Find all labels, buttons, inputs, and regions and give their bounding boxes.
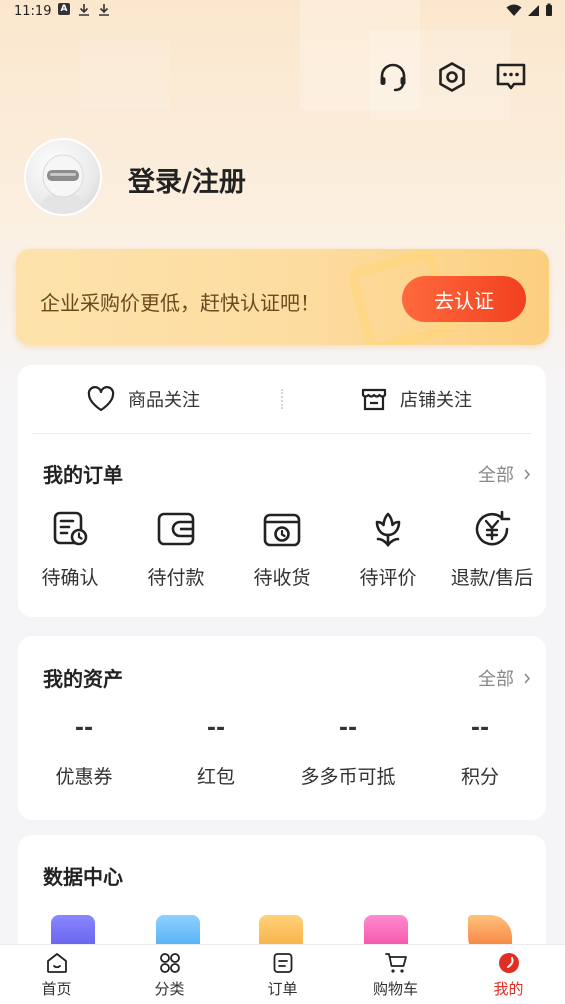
assets-card: 我的资产 全部 -- 优惠券 -- 红包 -- 多多币可抵 -- 积分: [18, 636, 546, 820]
tab-profile-label: 我的: [493, 980, 524, 998]
bottom-tab-bar: 首页 分类 订单 购物车 我的: [0, 944, 565, 1004]
customer-service-icon[interactable]: [376, 60, 410, 94]
asset-points-value: --: [470, 716, 490, 741]
tab-home-label: 首页: [41, 980, 72, 998]
tab-orders[interactable]: 订单: [226, 951, 339, 999]
avatar[interactable]: [24, 138, 102, 216]
signal-icon: [528, 4, 539, 16]
order-pending-confirm-label: 待确认: [41, 567, 99, 589]
data-center-title: 数据中心: [43, 865, 123, 889]
tab-category-label: 分类: [154, 980, 185, 998]
asset-coupon-value: --: [74, 716, 94, 741]
status-system-icons: [506, 3, 553, 17]
order-pending-confirm[interactable]: 待确认: [18, 509, 122, 590]
verify-button[interactable]: 去认证: [402, 276, 526, 322]
asset-red-packet[interactable]: -- 红包: [150, 716, 282, 789]
orders-title: 我的订单: [43, 463, 123, 487]
wifi-icon: [506, 4, 522, 16]
confirm-icon: [53, 511, 88, 546]
order-refund-aftersale-label: 退款/售后: [450, 567, 534, 589]
store-follow-label: 店铺关注: [400, 390, 472, 411]
order-pending-payment-label: 待付款: [147, 567, 205, 589]
banner-text: 企业采购价更低，赶快认证吧！: [40, 291, 320, 315]
follow-divider: [281, 389, 283, 409]
header-decoration: [80, 40, 170, 110]
tab-orders-label: 订单: [267, 980, 298, 998]
divider: [32, 433, 532, 434]
tab-profile[interactable]: 我的: [452, 951, 565, 999]
heart-icon: [87, 386, 115, 412]
asset-points[interactable]: -- 积分: [414, 716, 546, 789]
refund-icon: [475, 510, 511, 546]
assets-title: 我的资产: [43, 667, 123, 691]
asset-coins-value: --: [338, 716, 358, 741]
login-register-link[interactable]: 登录/注册: [128, 160, 246, 199]
tab-home[interactable]: 首页: [0, 951, 113, 999]
review-icon: [375, 512, 401, 548]
settings-icon[interactable]: [435, 60, 469, 94]
asset-coins[interactable]: -- 多多币可抵: [282, 716, 414, 789]
download-icon: [79, 4, 89, 16]
asset-points-label: 积分: [460, 766, 499, 788]
status-bar: 11:19 A: [0, 0, 565, 24]
a-notification-icon: A: [58, 3, 70, 15]
order-pending-receive[interactable]: 待收货: [230, 509, 334, 590]
asset-red-packet-label: 红包: [196, 766, 235, 788]
follow-row: 商品关注 店铺关注: [18, 365, 546, 433]
robot-avatar-icon: [41, 154, 85, 214]
orders-all-label: 全部: [478, 465, 514, 486]
order-pending-review[interactable]: 待评价: [336, 509, 440, 590]
tab-cart[interactable]: 购物车: [339, 951, 452, 999]
assets-all-link[interactable]: 全部: [478, 665, 530, 691]
orders-card: 商品关注 店铺关注 我的订单 全部 待确认 待付款 待收货 待评价 退款/售后: [18, 365, 546, 617]
assets-all-label: 全部: [478, 669, 514, 690]
order-refund-aftersale[interactable]: 退款/售后: [440, 509, 544, 590]
home-icon: [46, 953, 67, 973]
chevron-right-icon: [524, 469, 530, 479]
chevron-right-icon: [524, 673, 530, 683]
asset-coupon[interactable]: -- 优惠券: [18, 716, 150, 789]
goods-follow-label: 商品关注: [128, 390, 200, 411]
tab-category[interactable]: 分类: [113, 951, 226, 999]
goods-follow-button[interactable]: 商品关注: [86, 385, 200, 413]
order-icon: [273, 953, 292, 973]
store-follow-button[interactable]: 店铺关注: [360, 385, 472, 413]
enterprise-verify-banner[interactable]: 企业采购价更低，赶快认证吧！ 去认证: [16, 249, 549, 345]
cart-icon: [384, 953, 407, 973]
store-icon: [361, 388, 387, 411]
category-icon: [159, 953, 180, 973]
receive-icon: [263, 513, 301, 547]
orders-all-link[interactable]: 全部: [478, 461, 530, 487]
message-icon[interactable]: [494, 60, 528, 94]
battery-icon: [546, 3, 552, 16]
order-pending-review-label: 待评价: [359, 567, 417, 589]
download-icon: [99, 4, 109, 16]
tab-cart-label: 购物车: [372, 980, 418, 998]
asset-coins-label: 多多币可抵: [300, 766, 396, 788]
status-notification-icons: A: [58, 3, 110, 16]
asset-red-packet-value: --: [206, 716, 226, 741]
asset-coupon-label: 优惠券: [55, 766, 113, 788]
profile-icon: [498, 953, 519, 973]
order-pending-receive-label: 待收货: [253, 567, 311, 589]
wallet-icon: [157, 512, 195, 546]
status-time: 11:19: [14, 4, 52, 19]
order-pending-payment[interactable]: 待付款: [124, 509, 228, 590]
